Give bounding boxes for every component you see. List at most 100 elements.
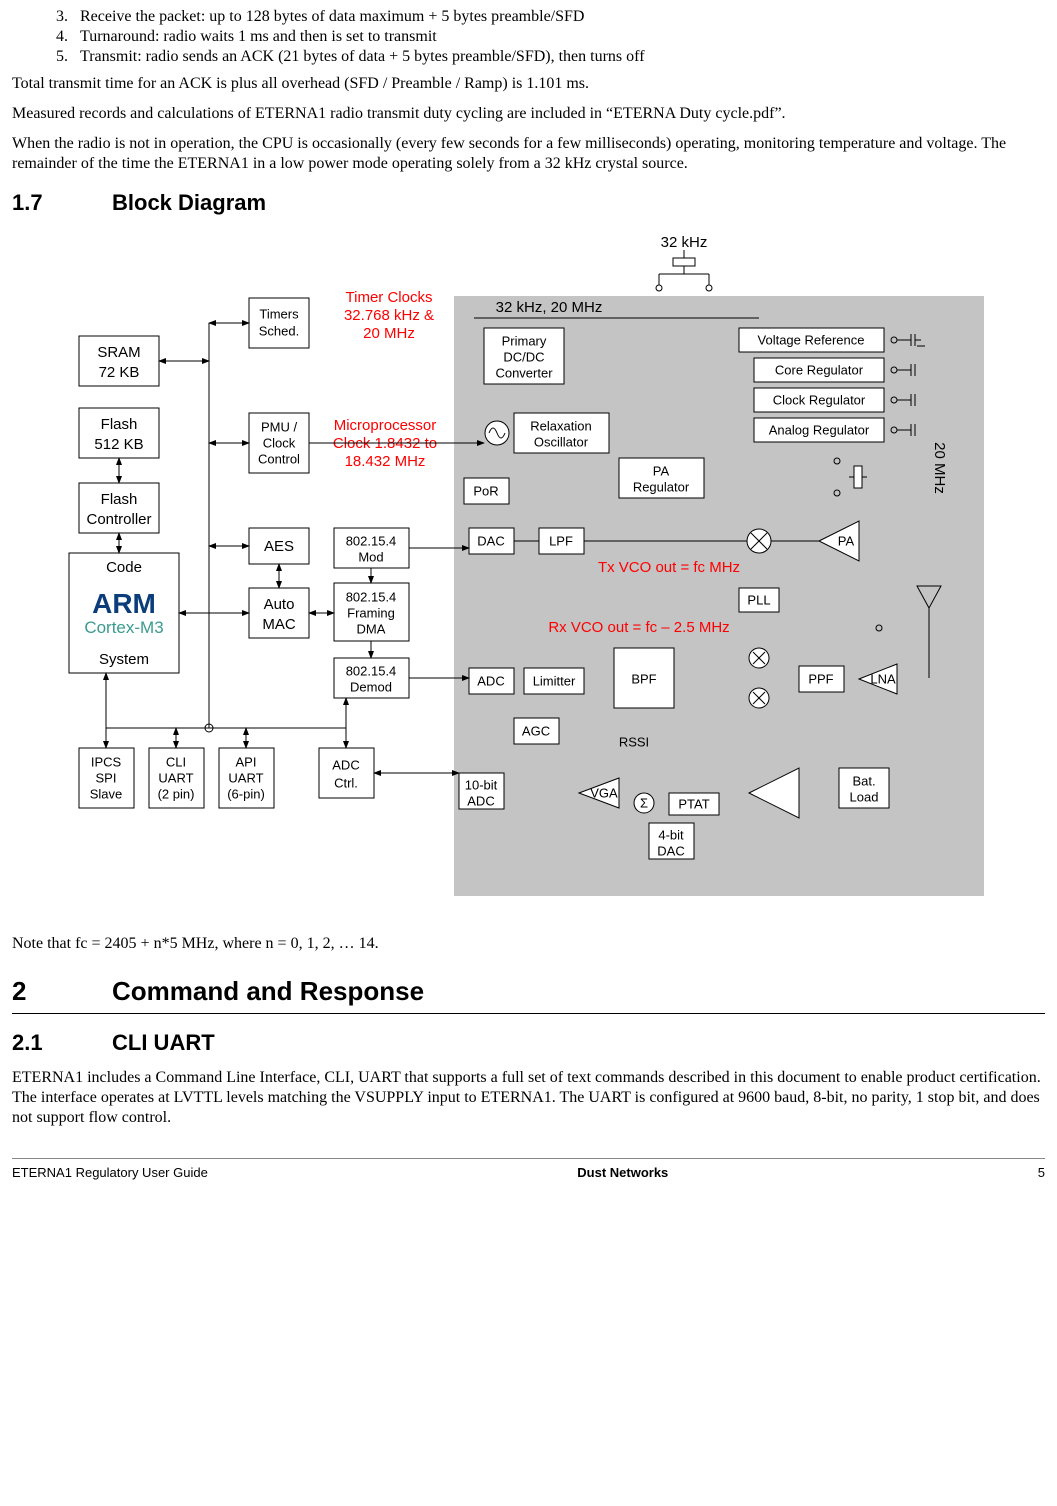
svg-text:10-bit: 10-bit [464,777,497,792]
heading-number: 2 [12,976,112,1007]
svg-text:VGA: VGA [590,785,618,800]
list-item: Turnaround: radio waits 1 ms and then is… [72,28,1045,46]
svg-text:18.432 MHz: 18.432 MHz [344,453,425,470]
paragraph: ETERNA1 includes a Command Line Interfac… [12,1068,1045,1128]
svg-text:Regulator: Regulator [632,479,689,494]
heading-1-7: 1.7Block Diagram [12,190,1045,216]
svg-text:AES: AES [263,538,293,555]
svg-text:DAC: DAC [477,533,504,548]
svg-text:Demod: Demod [350,679,392,694]
svg-text:PA: PA [837,533,854,548]
footer-left: ETERNA1 Regulatory User Guide [12,1165,208,1180]
svg-text:802.15.4: 802.15.4 [345,589,396,604]
svg-text:DMA: DMA [356,621,385,636]
paragraph: Measured records and calculations of ETE… [12,104,1045,124]
svg-text:SRAM: SRAM [97,344,140,361]
svg-text:Flash: Flash [100,416,137,433]
svg-text:802.15.4: 802.15.4 [345,533,396,548]
svg-text:ADC: ADC [332,757,359,772]
footer-page-number: 5 [1038,1165,1045,1180]
heading-2-1: 2.1CLI UART [12,1030,1045,1056]
heading-number: 2.1 [12,1030,112,1056]
heading-text: CLI UART [112,1030,215,1055]
svg-text:Σ: Σ [639,795,647,810]
block-diagram: 32 kHz 32 kHz, 20 MHz Timers Sched. Time… [12,228,1045,928]
svg-text:20 MHz: 20 MHz [363,325,415,342]
svg-text:802.15.4: 802.15.4 [345,663,396,678]
svg-text:API: API [235,754,256,769]
block-adc-ctrl [319,748,374,798]
svg-text:PoR: PoR [473,483,498,498]
svg-text:Flash: Flash [100,491,137,508]
svg-text:Framing: Framing [347,605,395,620]
svg-text:Voltage Reference: Voltage Reference [757,332,864,347]
svg-text:MAC: MAC [262,616,296,633]
svg-text:UART: UART [158,770,193,785]
footer-center: Dust Networks [577,1165,668,1180]
svg-text:Clock Regulator: Clock Regulator [772,392,865,407]
paragraph-note: Note that fc = 2405 + n*5 MHz, where n =… [12,934,1045,954]
svg-text:Control: Control [258,451,300,466]
svg-text:DAC: DAC [657,843,684,858]
crystal-32khz-icon [656,250,712,291]
label-32khz: 32 kHz [660,234,707,251]
svg-text:Load: Load [849,789,878,804]
svg-text:4-bit: 4-bit [658,827,684,842]
svg-text:SPI: SPI [95,770,116,785]
list-item: Receive the packet: up to 128 bytes of d… [72,8,1045,26]
svg-text:ADC: ADC [477,673,504,688]
svg-text:PPF: PPF [808,671,833,686]
label-microprocessor-clock: Microprocessor [333,417,436,434]
svg-text:Mod: Mod [358,549,383,564]
svg-text:ADC: ADC [467,793,494,808]
heading-2: 2Command and Response [12,976,1045,1014]
svg-text:BPF: BPF [631,671,656,686]
svg-text:LNA: LNA [870,671,896,686]
list-item: Transmit: radio sends an ACK (21 bytes o… [72,48,1045,66]
svg-text:PLL: PLL [747,592,770,607]
heading-text: Command and Response [112,976,424,1006]
paragraph: When the radio is not in operation, the … [12,134,1045,174]
svg-text:PA: PA [652,463,669,478]
svg-text:512 KB: 512 KB [94,436,143,453]
label-20mhz: 20 MHz [931,442,948,494]
label-tx-vco: Tx VCO out = fc MHz [597,559,739,576]
heading-text: Block Diagram [112,190,266,215]
svg-text:AGC: AGC [521,723,549,738]
svg-text:32.768 kHz &: 32.768 kHz & [343,307,433,324]
svg-text:ARM: ARM [92,588,156,619]
numbered-list: Receive the packet: up to 128 bytes of d… [12,8,1045,66]
svg-text:Slave: Slave [89,786,122,801]
svg-text:Auto: Auto [263,596,294,613]
svg-text:Core Regulator: Core Regulator [774,362,863,377]
label-rssi: RSSI [618,734,648,749]
heading-number: 1.7 [12,190,112,216]
page-footer: ETERNA1 Regulatory User Guide Dust Netwo… [12,1158,1045,1180]
label-rx-vco: Rx VCO out = fc – 2.5 MHz [548,619,729,636]
svg-text:Limitter: Limitter [532,673,575,688]
svg-text:IPCS: IPCS [90,754,121,769]
svg-text:System: System [98,651,148,668]
svg-text:72 KB: 72 KB [98,364,139,381]
svg-text:Controller: Controller [86,511,151,528]
svg-text:LPF: LPF [549,533,573,548]
svg-text:UART: UART [228,770,263,785]
svg-text:PTAT: PTAT [678,796,709,811]
svg-text:Converter: Converter [495,365,553,380]
svg-text:Analog Regulator: Analog Regulator [768,422,869,437]
svg-text:Bat.: Bat. [852,773,875,788]
label-clocks: 32 kHz, 20 MHz [495,299,602,316]
svg-text:(6-pin): (6-pin) [227,786,265,801]
label-timer-clocks: Timer Clocks [345,289,432,306]
svg-text:Cortex-M3: Cortex-M3 [84,618,163,637]
svg-text:Relaxation: Relaxation [530,418,591,433]
svg-text:Sched.: Sched. [258,323,298,338]
svg-text:Clock: Clock [262,435,295,450]
svg-text:Primary: Primary [501,333,546,348]
svg-text:PMU /: PMU / [260,419,297,434]
svg-text:CLI: CLI [165,754,185,769]
svg-text:(2 pin): (2 pin) [157,786,194,801]
svg-text:Code: Code [106,559,142,576]
svg-text:Ctrl.: Ctrl. [334,775,358,790]
svg-text:Timers: Timers [259,306,299,321]
